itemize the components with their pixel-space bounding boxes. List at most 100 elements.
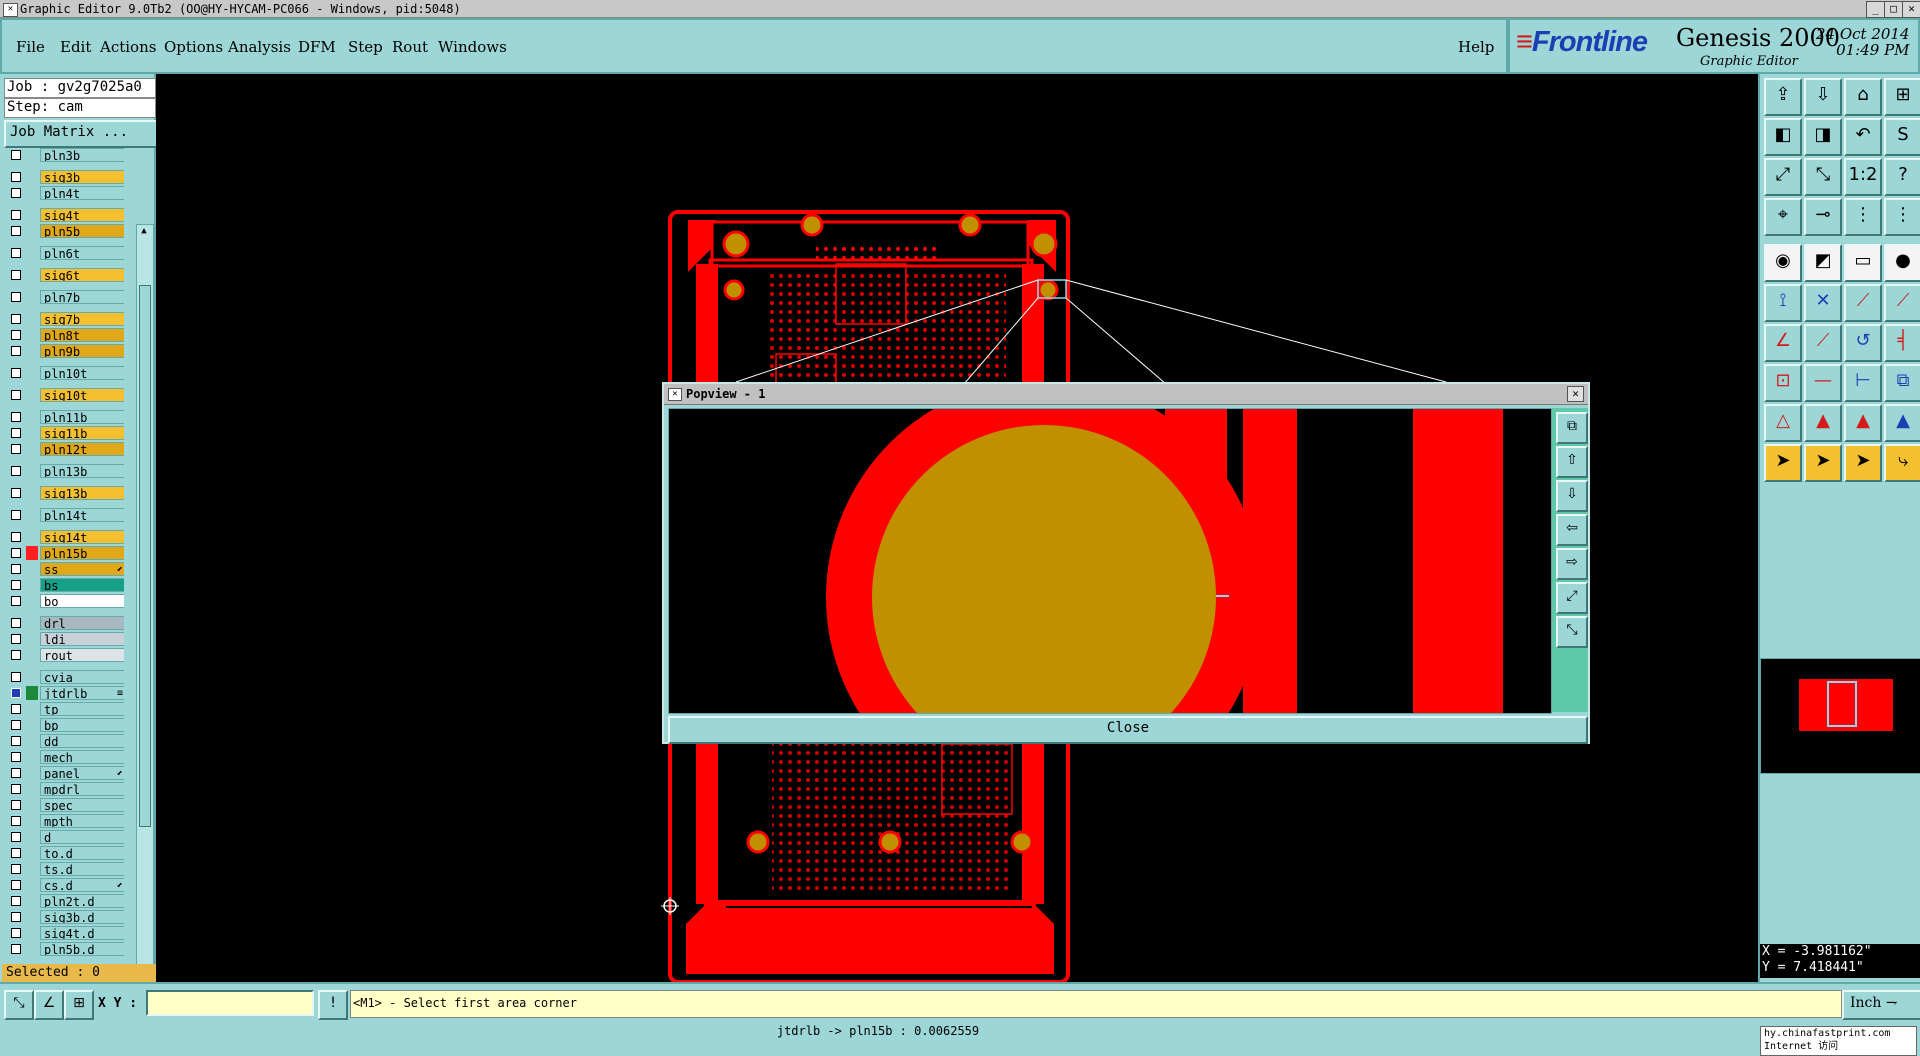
layer-name[interactable]: sig11b	[40, 426, 124, 440]
layer-name[interactable]: mech	[40, 750, 124, 764]
popview-down-icon[interactable]: ⇩	[1556, 480, 1588, 512]
unit-selector[interactable]: Inch ⇁	[1842, 990, 1920, 1020]
layer-name[interactable]: jtdrlb ≡	[40, 686, 124, 700]
alert-icon[interactable]: !	[318, 990, 348, 1020]
add-circle-icon[interactable]: ●	[1884, 244, 1920, 282]
layer-row[interactable]: sig11b	[4, 426, 124, 440]
layer-row[interactable]: tp	[4, 702, 124, 716]
layer-name[interactable]: panel ⬋	[40, 766, 124, 780]
layer-row[interactable]: drl	[4, 616, 124, 630]
layer-row[interactable]: spec	[4, 798, 124, 812]
layer-checkbox[interactable]	[11, 880, 21, 890]
layer-checkbox[interactable]	[11, 510, 21, 520]
layer-checkbox[interactable]	[11, 314, 21, 324]
layer-name[interactable]: pln2t.d	[40, 894, 124, 908]
app-window-icon[interactable]: ✕	[3, 3, 18, 17]
layer-row[interactable]: pln4t	[4, 186, 124, 200]
minimize-button[interactable]: _	[1866, 1, 1885, 18]
layer-checkbox[interactable]	[11, 428, 21, 438]
open-job-icon[interactable]: ⇪	[1764, 78, 1802, 116]
layer-checkbox[interactable]	[11, 368, 21, 378]
layer-adjust-icon[interactable]: ⋮	[1884, 198, 1920, 236]
layer-name[interactable]: sig4t.d	[40, 926, 124, 940]
layer-name[interactable]: bp	[40, 718, 124, 732]
layer-checkbox[interactable]	[11, 444, 21, 454]
popview-layout-icon[interactable]: ⧉	[1556, 412, 1588, 444]
save-icon[interactable]: ⇩	[1804, 78, 1842, 116]
layer-name[interactable]: pln13b	[40, 464, 124, 478]
layer-checkbox[interactable]	[11, 832, 21, 842]
layer-row[interactable]: pln15b	[4, 546, 124, 560]
layer-row[interactable]: pln10t	[4, 366, 124, 380]
menu-file[interactable]: File	[16, 38, 45, 56]
layer-checkbox[interactable]	[11, 532, 21, 542]
layer-row[interactable]: pln12t	[4, 442, 124, 456]
layer-checkbox[interactable]	[11, 912, 21, 922]
connect-icon[interactable]: ⟟	[1764, 284, 1802, 322]
layer-row[interactable]: sig14t	[4, 530, 124, 544]
close-window-button[interactable]: ✕	[1902, 1, 1920, 18]
layer-row[interactable]: bs	[4, 578, 124, 592]
layer-name[interactable]: ts.d	[40, 862, 124, 876]
layer-checkbox[interactable]	[11, 270, 21, 280]
popview-zoom-icon[interactable]: ⤡	[1556, 616, 1588, 648]
layer-checkbox[interactable]	[11, 248, 21, 258]
menu-help[interactable]: Help	[1458, 38, 1494, 56]
resize-icon[interactable]: ⊢	[1844, 364, 1882, 402]
zoom-fit-icon[interactable]: ⤢	[1764, 158, 1802, 196]
layer-checkbox[interactable]	[11, 720, 21, 730]
layer-checkbox[interactable]	[11, 896, 21, 906]
layer-row[interactable]: ts.d	[4, 862, 124, 876]
add-pad-icon[interactable]: ◉	[1764, 244, 1802, 282]
layer-row[interactable]: pln14t	[4, 508, 124, 522]
layer-checkbox[interactable]	[11, 688, 21, 698]
layer-name[interactable]: to.d	[40, 846, 124, 860]
layer-name[interactable]: pln15b	[40, 546, 124, 560]
layer-row[interactable]: ss ⬋	[4, 562, 124, 576]
layer-name[interactable]: mpth	[40, 814, 124, 828]
layer-checkbox[interactable]	[11, 580, 21, 590]
layer-row[interactable]: d	[4, 830, 124, 844]
pan-left-icon[interactable]: ◧	[1764, 118, 1802, 156]
layer-name[interactable]: ss ⬋	[40, 562, 124, 576]
layer-checkbox[interactable]	[11, 800, 21, 810]
menu-dfm[interactable]: DFM	[298, 38, 336, 56]
layer-row[interactable]: pln7b	[4, 290, 124, 304]
layer-name[interactable]: pln5b	[40, 224, 124, 238]
layer-row[interactable]: bp	[4, 718, 124, 732]
layer-checkbox[interactable]	[11, 928, 21, 938]
layer-name[interactable]: sig6t	[40, 268, 124, 282]
layer-name[interactable]: sig3b.d	[40, 910, 124, 924]
layer-row[interactable]: to.d	[4, 846, 124, 860]
layer-name[interactable]: pln6t	[40, 246, 124, 260]
cut-line-icon[interactable]: —	[1804, 364, 1842, 402]
menu-actions[interactable]: Actions	[100, 38, 156, 56]
mirror-icon[interactable]: ╡	[1884, 324, 1920, 362]
layer-row[interactable]: jtdrlb ≡	[4, 686, 124, 700]
measure-icon[interactable]: ⌖	[1764, 198, 1802, 236]
add-line-icon[interactable]: ◩	[1804, 244, 1842, 282]
layer-name[interactable]: rout	[40, 648, 124, 662]
layer-name[interactable]: pln11b	[40, 410, 124, 424]
layer-checkbox[interactable]	[11, 412, 21, 422]
layer-row[interactable]: panel ⬋	[4, 766, 124, 780]
layer-row[interactable]: rout	[4, 648, 124, 662]
zoom-area-icon[interactable]: ⤡	[1804, 158, 1842, 196]
layer-row[interactable]: mech	[4, 750, 124, 764]
layer-checkbox[interactable]	[11, 172, 21, 182]
probe-icon[interactable]: ⊸	[1804, 198, 1842, 236]
move-segment-icon[interactable]: ⟋	[1844, 284, 1882, 322]
layer-name[interactable]: spec	[40, 798, 124, 812]
popview-fit-icon[interactable]: ⤢	[1556, 582, 1588, 614]
layer-name[interactable]: ldi	[40, 632, 124, 646]
layer-name[interactable]: cs.d ⬋	[40, 878, 124, 892]
layer-name[interactable]: pln14t	[40, 508, 124, 522]
layer-checkbox[interactable]	[11, 752, 21, 762]
triangle-c-icon[interactable]: ▲	[1844, 404, 1882, 442]
menu-edit[interactable]: Edit	[60, 38, 91, 56]
layer-name[interactable]: bs	[40, 578, 124, 592]
layer-checkbox[interactable]	[11, 634, 21, 644]
layer-checkbox[interactable]	[11, 768, 21, 778]
popview-right-icon[interactable]: ⇨	[1556, 548, 1588, 580]
layer-name[interactable]: sig7b	[40, 312, 124, 326]
